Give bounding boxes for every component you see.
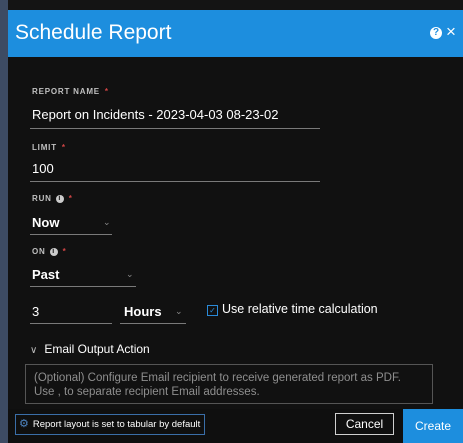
- email-output-toggle[interactable]: ∨ Email Output Action: [30, 342, 150, 356]
- run-underline: [30, 234, 112, 235]
- info-icon[interactable]: i: [49, 248, 58, 256]
- desktop-backdrop: [0, 0, 8, 443]
- chevron-down-icon[interactable]: ⌄: [103, 217, 111, 228]
- on-label: ON i *: [32, 247, 67, 256]
- gear-icon: ⚙: [19, 418, 29, 430]
- layout-note-text: Report layout is set to tabular by defau…: [32, 419, 201, 430]
- report-name-underline: [30, 128, 320, 129]
- run-select[interactable]: Now: [32, 215, 59, 230]
- on-underline: [30, 286, 136, 287]
- dialog-header: Schedule Report ? ×: [8, 10, 463, 57]
- relative-time-checkbox[interactable]: ✓: [207, 305, 218, 316]
- report-name-input[interactable]: Report on Incidents - 2023-04-03 08-23-0…: [32, 107, 278, 122]
- on-select[interactable]: Past: [32, 267, 59, 282]
- close-icon[interactable]: ×: [446, 23, 456, 41]
- email-recipient-textarea[interactable]: (Optional) Configure Email recipient to …: [25, 364, 433, 404]
- dialog-content: REPORT NAME * Report on Incidents - 2023-…: [8, 57, 463, 409]
- relative-unit-select[interactable]: Hours: [124, 304, 162, 319]
- chevron-down-icon[interactable]: ⌄: [126, 269, 134, 280]
- report-name-label: REPORT NAME *: [32, 87, 109, 96]
- email-output-label: Email Output Action: [44, 342, 150, 356]
- help-icon[interactable]: ?: [430, 27, 442, 39]
- chevron-down-icon[interactable]: ⌄: [175, 306, 183, 317]
- required-marker: *: [68, 194, 73, 203]
- run-label: RUN i *: [32, 194, 73, 203]
- cancel-button[interactable]: Cancel: [335, 413, 394, 435]
- relative-amount-input[interactable]: 3: [32, 304, 39, 319]
- chevron-down-icon: ∨: [30, 345, 38, 356]
- layout-note-badge[interactable]: ⚙ Report layout is set to tabular by defa…: [15, 414, 205, 435]
- required-marker: *: [61, 143, 66, 152]
- create-button[interactable]: Create: [403, 409, 463, 443]
- info-icon[interactable]: i: [55, 195, 64, 203]
- limit-label: LIMIT *: [32, 143, 66, 152]
- dialog-title: Schedule Report: [15, 21, 172, 44]
- amount-underline: [30, 323, 112, 324]
- required-marker: *: [104, 87, 109, 96]
- schedule-report-dialog: Schedule Report ? × REPORT NAME * Report …: [8, 10, 463, 443]
- unit-underline: [120, 323, 186, 324]
- dialog-footer: ⚙ Report layout is set to tabular by defa…: [8, 409, 463, 443]
- limit-input[interactable]: 100: [32, 161, 54, 176]
- relative-time-label: Use relative time calculation: [222, 302, 378, 316]
- limit-underline: [30, 181, 320, 182]
- required-marker: *: [62, 247, 67, 256]
